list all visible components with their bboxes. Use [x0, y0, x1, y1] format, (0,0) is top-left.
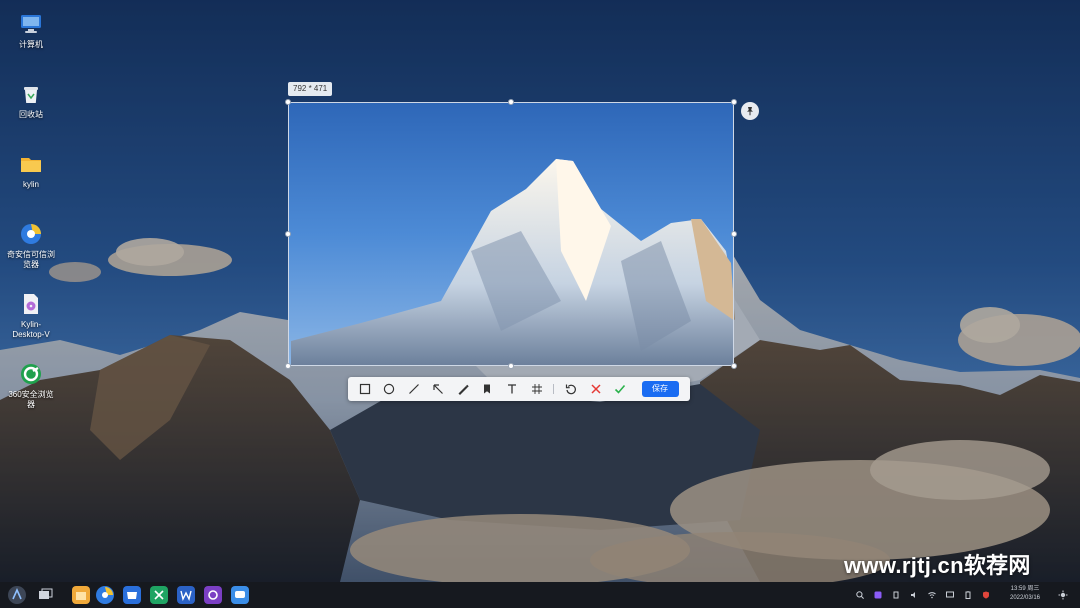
- clock-date: 2022/03/16: [1009, 595, 1041, 601]
- wps-writer-button[interactable]: [177, 586, 195, 604]
- desktop-icon-label: Kylin-Desktop-V: [12, 320, 50, 339]
- clock-time: 13:59 周三: [1010, 586, 1040, 592]
- line-icon: [408, 384, 419, 394]
- desktop-icon-qianxin-browser[interactable]: 奇安信可信浏览器: [6, 222, 56, 270]
- network-icon[interactable]: [928, 591, 936, 599]
- close-icon: [591, 384, 601, 394]
- desktop-icon-label: 计算机: [19, 40, 43, 49]
- resize-handle-top-left[interactable]: [285, 99, 291, 105]
- software-store-icon: [127, 592, 137, 599]
- text-icon: [508, 384, 517, 394]
- selection-size-label: 792 * 471: [288, 82, 333, 96]
- software-store-button[interactable]: [123, 586, 141, 604]
- 360-browser-icon: [21, 364, 41, 384]
- battery-icon[interactable]: [964, 591, 972, 599]
- desktop-icon-trash[interactable]: 回收站: [6, 82, 56, 120]
- marker-icon: [484, 384, 491, 394]
- iso-file-icon: [24, 294, 38, 314]
- tool-rectangle[interactable]: [356, 380, 373, 398]
- taskbar: 13:59 周三 2022/03/16: [0, 582, 1080, 608]
- tool-line[interactable]: [405, 380, 422, 398]
- pin-icon: [747, 107, 753, 116]
- show-desktop-icon[interactable]: [1058, 590, 1068, 600]
- start-menu-icon: [12, 588, 22, 600]
- chat-app-icon: [235, 591, 245, 598]
- resize-handle-top-right[interactable]: [731, 99, 737, 105]
- resize-handle-bottom[interactable]: [508, 363, 514, 369]
- desktop-icon-label: 奇安信可信浏览器: [7, 250, 55, 269]
- pin-button[interactable]: [741, 102, 759, 120]
- start-menu-button[interactable]: [8, 586, 26, 604]
- desktop-icon-kylin-folder[interactable]: kylin: [6, 152, 56, 190]
- desktop-icon-label: kylin: [22, 180, 39, 189]
- capture-selection[interactable]: [288, 102, 734, 366]
- tool-cancel[interactable]: [587, 380, 604, 398]
- security-center-icon[interactable]: [982, 591, 990, 599]
- media-player-button[interactable]: [204, 586, 222, 604]
- toolbar-separator: [552, 384, 554, 394]
- wps-spreadsheet-button[interactable]: [150, 586, 168, 604]
- wps-writer-icon: [180, 590, 192, 602]
- volume-icon[interactable]: [910, 591, 918, 599]
- multitask-view-icon: [39, 588, 53, 599]
- resize-handle-bottom-right[interactable]: [731, 363, 737, 369]
- watermark: www.rjtj.cn软荐网: [844, 553, 1031, 578]
- selection-preview: [289, 103, 733, 365]
- search-icon[interactable]: [856, 591, 864, 599]
- resize-handle-left[interactable]: [285, 231, 291, 237]
- desktop-icon-label: 360安全浏览器: [8, 390, 54, 409]
- browser-taskbar-button[interactable]: [96, 586, 114, 604]
- desktop-icon-label: 回收站: [19, 110, 43, 119]
- file-manager-icon: [76, 592, 86, 600]
- desktop: 计算机 回收站 kylin 奇安信可信浏览器 Kylin-Desktop-V 3…: [0, 0, 1080, 608]
- resize-handle-bottom-left[interactable]: [285, 363, 291, 369]
- browser-icon: [21, 224, 41, 244]
- media-player-icon: [208, 590, 218, 600]
- browser-icon: [102, 587, 113, 598]
- save-button[interactable]: 保存: [641, 381, 679, 397]
- tool-marker[interactable]: [479, 380, 496, 398]
- tool-confirm[interactable]: [612, 380, 629, 398]
- clock[interactable]: 13:59 周三 2022/03/16: [1004, 585, 1046, 603]
- mosaic-icon: [531, 384, 542, 394]
- tool-undo[interactable]: [563, 380, 580, 398]
- tool-pen[interactable]: [454, 380, 471, 398]
- resize-handle-top[interactable]: [508, 99, 514, 105]
- chat-app-button[interactable]: [231, 586, 249, 604]
- notification-icon[interactable]: [946, 591, 954, 599]
- clipboard-icon[interactable]: [892, 591, 900, 599]
- tool-text[interactable]: [504, 380, 521, 398]
- input-method-icon[interactable]: [874, 591, 882, 599]
- tool-ellipse[interactable]: [381, 380, 398, 398]
- computer-icon: [21, 15, 41, 33]
- wps-spreadsheet-icon: [154, 590, 164, 600]
- arrow-icon: [433, 384, 444, 394]
- multitask-view-button[interactable]: [36, 586, 54, 604]
- undo-icon: [566, 384, 577, 395]
- file-manager-button[interactable]: [72, 586, 90, 604]
- desktop-icon-iso-file[interactable]: Kylin-Desktop-V: [6, 292, 56, 340]
- tool-arrow[interactable]: [430, 380, 447, 398]
- desktop-icon-360-browser[interactable]: 360安全浏览器: [6, 362, 56, 410]
- pen-icon: [458, 384, 469, 395]
- trash-icon: [24, 87, 38, 103]
- check-icon: [615, 384, 626, 394]
- folder-icon: [21, 158, 41, 172]
- screenshot-toolbar: 保存: [348, 377, 690, 401]
- resize-handle-right[interactable]: [731, 231, 737, 237]
- tool-mosaic[interactable]: [528, 380, 545, 398]
- ellipse-icon: [383, 383, 395, 395]
- rectangle-icon: [359, 383, 370, 395]
- desktop-icon-computer[interactable]: 计算机: [6, 12, 56, 50]
